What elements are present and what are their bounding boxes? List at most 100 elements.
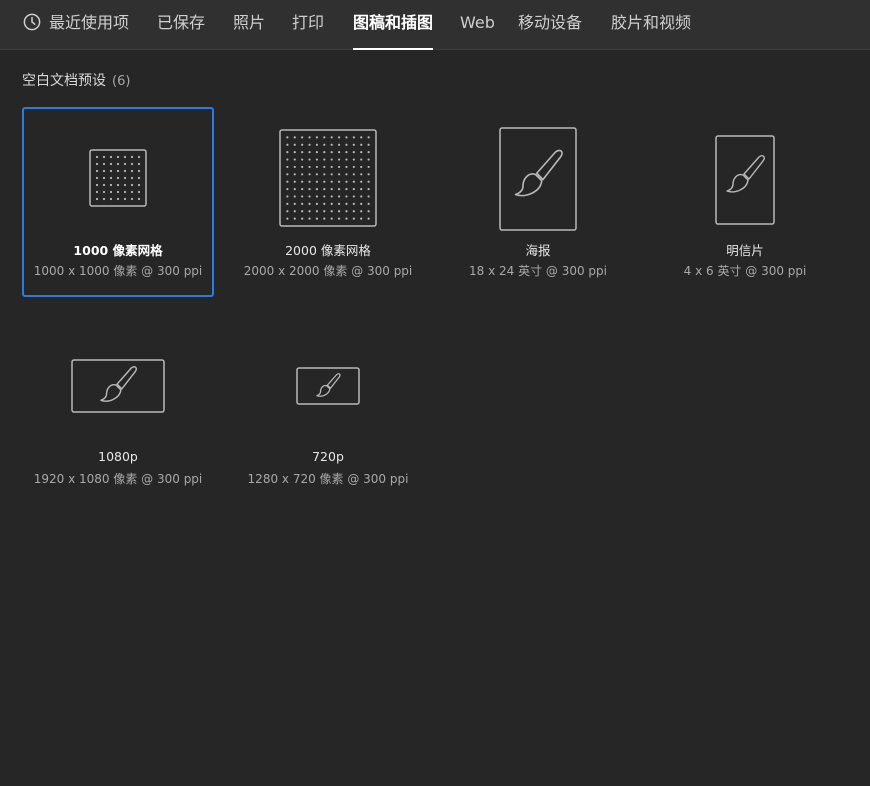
- grid-dot: [102, 155, 106, 159]
- grid-dot: [345, 165, 348, 169]
- preset-card-poster[interactable]: 海报 18 x 24 英寸 @ 300 ppi: [442, 107, 634, 297]
- grid-dot: [109, 169, 113, 173]
- tab-label: 胶片和视频: [611, 13, 692, 32]
- grid-dot: [360, 136, 363, 139]
- grid-dot: [315, 195, 319, 198]
- grid-dot: [137, 176, 141, 180]
- grid-dot: [137, 197, 141, 201]
- grid-dot: [286, 202, 289, 205]
- grid-dot: [95, 197, 99, 201]
- grid-dot: [130, 183, 134, 187]
- grid-dot: [109, 176, 113, 180]
- grid-dot: [345, 217, 348, 220]
- preset-card-1080p[interactable]: 1080p 1920 x 1080 像素 @ 300 ppi: [22, 318, 214, 508]
- grid-dot: [116, 169, 120, 173]
- grid-dot: [301, 151, 304, 154]
- grid-dot: [293, 136, 296, 139]
- grid-dot: [293, 165, 296, 169]
- grid-dot: [337, 195, 341, 198]
- grid-dot: [352, 202, 355, 205]
- grid-dot: [367, 180, 370, 183]
- grid-dot: [352, 187, 355, 191]
- tab-photo[interactable]: 照片: [233, 0, 265, 50]
- grid-dot: [130, 162, 134, 166]
- grid-dot: [345, 151, 348, 154]
- preset-dimensions: 1280 x 720 像素 @ 300 ppi: [247, 472, 409, 486]
- grid-dot: [315, 187, 319, 191]
- grid-dot: [367, 151, 370, 154]
- tab-web[interactable]: Web: [460, 0, 495, 50]
- grid-dot: [308, 158, 311, 161]
- grid-dot: [301, 143, 304, 146]
- preset-card-2000px-grid[interactable]: 2000 像素网格 2000 x 2000 像素 @ 300 ppi: [232, 107, 424, 297]
- grid-dot: [286, 217, 289, 220]
- grid-dot: [95, 162, 99, 166]
- grid-dot: [286, 143, 289, 146]
- grid-dot: [123, 197, 127, 201]
- preset-card-postcard[interactable]: 明信片 4 x 6 英寸 @ 300 ppi: [649, 107, 841, 297]
- brush-document-icon: [715, 135, 775, 225]
- grid-dot: [345, 195, 348, 198]
- grid-dot: [337, 143, 341, 146]
- tab-label: 照片: [233, 13, 266, 32]
- grid-dot: [337, 202, 341, 205]
- grid-dot: [293, 195, 296, 198]
- grid-dot: [123, 176, 127, 180]
- grid-dot: [137, 162, 141, 166]
- preset-name: 2000 像素网格: [285, 243, 371, 258]
- preset-thumbnail: [234, 367, 422, 405]
- grid-dot: [315, 180, 319, 183]
- grid-dot: [360, 187, 363, 191]
- grid-dot: [301, 217, 304, 220]
- tab-label: 已保存: [157, 13, 206, 32]
- grid-dot: [130, 190, 134, 194]
- grid-dot: [367, 210, 370, 213]
- grid-dot: [367, 217, 370, 220]
- grid-dot: [330, 136, 333, 139]
- grid-dot: [130, 155, 134, 159]
- grid-dot: [286, 180, 289, 183]
- grid-dot: [352, 165, 355, 169]
- grid-dot: [323, 165, 326, 169]
- tab-mobile[interactable]: 移动设备: [518, 0, 582, 50]
- grid-dot: [352, 217, 355, 220]
- grid-dot: [345, 158, 348, 161]
- grid-dot: [352, 143, 355, 146]
- preset-dimensions: 1920 x 1080 像素 @ 300 ppi: [33, 472, 203, 486]
- tab-art-illustration[interactable]: 图稿和插图: [353, 0, 434, 50]
- grid-dot: [301, 136, 304, 139]
- grid-dot: [109, 190, 113, 194]
- grid-dot: [308, 195, 311, 198]
- grid-dot: [323, 173, 326, 176]
- grid-dot: [345, 180, 348, 183]
- grid-dot: [137, 169, 141, 173]
- grid-dot: [102, 162, 106, 166]
- preset-card-1000px-grid[interactable]: 1000 像素网格 1000 x 1000 像素 @ 300 ppi: [22, 107, 214, 297]
- tab-saved[interactable]: 已保存: [157, 0, 205, 50]
- grid-dot: [137, 183, 141, 187]
- grid-dot: [130, 176, 134, 180]
- tab-film-video[interactable]: 胶片和视频: [611, 0, 691, 50]
- brush-document-icon: [499, 127, 577, 231]
- grid-dot: [102, 176, 106, 180]
- grid-dot: [102, 169, 106, 173]
- grid-dot: [116, 197, 120, 201]
- preset-thumbnail: [24, 149, 212, 207]
- grid-dot: [95, 169, 99, 173]
- grid-dot: [293, 158, 296, 161]
- grid-dot: [367, 143, 370, 146]
- grid-dot: [323, 158, 326, 161]
- grid-dot: [367, 187, 370, 191]
- grid-dot: [345, 136, 348, 139]
- tab-print[interactable]: 打印: [292, 0, 324, 50]
- grid-dot: [323, 180, 326, 183]
- grid-dot: [308, 210, 311, 213]
- preset-card-720p[interactable]: 720p 1280 x 720 像素 @ 300 ppi: [232, 318, 424, 508]
- tab-recent[interactable]: 最近使用项: [23, 0, 129, 50]
- preset-dimensions: 2000 x 2000 像素 @ 300 ppi: [243, 264, 413, 278]
- grid-dot: [323, 217, 326, 220]
- grid-dot: [301, 195, 304, 198]
- grid-dot: [308, 173, 311, 176]
- grid-dot: [330, 180, 333, 183]
- grid-dot: [102, 183, 106, 187]
